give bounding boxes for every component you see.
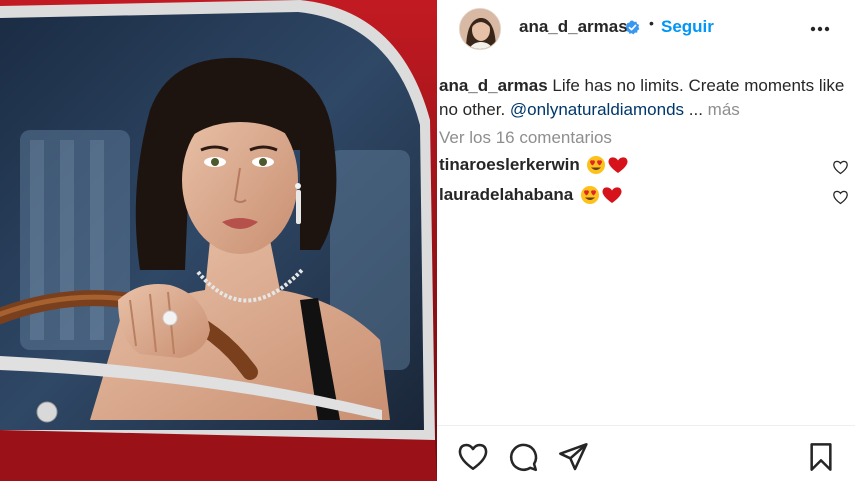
comment-username[interactable]: lauradelahabana (439, 185, 573, 204)
avatar[interactable] (459, 8, 501, 50)
heart-icon[interactable] (457, 441, 489, 473)
comment-item: lauradelahabana (439, 185, 853, 211)
comment-emoji (587, 156, 628, 174)
heart-eyes-emoji (587, 156, 606, 174)
actions-divider (437, 425, 855, 426)
comment-item: tinaroeslerkerwin (439, 155, 853, 181)
post-image (0, 0, 437, 481)
caption-more-link[interactable]: más (708, 100, 740, 119)
post-photo[interactable] (0, 0, 437, 481)
heart-eyes-emoji (580, 186, 599, 204)
post-details-panel: ana_d_armas • Seguir ana_d_armas Life ha… (437, 0, 855, 481)
separator-dot: • (649, 15, 654, 31)
red-heart-emoji (602, 187, 622, 203)
caption-ellipsis: ... (684, 100, 708, 119)
red-heart-emoji (608, 157, 628, 173)
comment-username[interactable]: tinaroeslerkerwin (439, 155, 580, 174)
verified-badge-icon (625, 20, 640, 35)
avatar-image (460, 9, 500, 49)
post-header: ana_d_armas • Seguir (437, 0, 855, 62)
more-options-icon[interactable] (809, 18, 831, 40)
comment-emoji (580, 186, 622, 204)
follow-button[interactable]: Seguir (661, 17, 714, 37)
bookmark-icon[interactable] (805, 441, 837, 473)
comment-like-heart-icon[interactable] (832, 189, 849, 206)
post-actions-bar (437, 441, 855, 477)
comment-icon[interactable] (507, 441, 539, 473)
caption-mention-link[interactable]: @onlynaturaldiamonds (510, 100, 684, 119)
comment-like-heart-icon[interactable] (832, 159, 849, 176)
caption-author[interactable]: ana_d_armas (439, 76, 548, 95)
post-username[interactable]: ana_d_armas (519, 17, 628, 37)
view-all-comments-link[interactable]: Ver los 16 comentarios (439, 128, 612, 148)
paper-plane-icon[interactable] (557, 441, 589, 473)
post-caption: ana_d_armas Life has no limits. Create m… (439, 74, 853, 122)
